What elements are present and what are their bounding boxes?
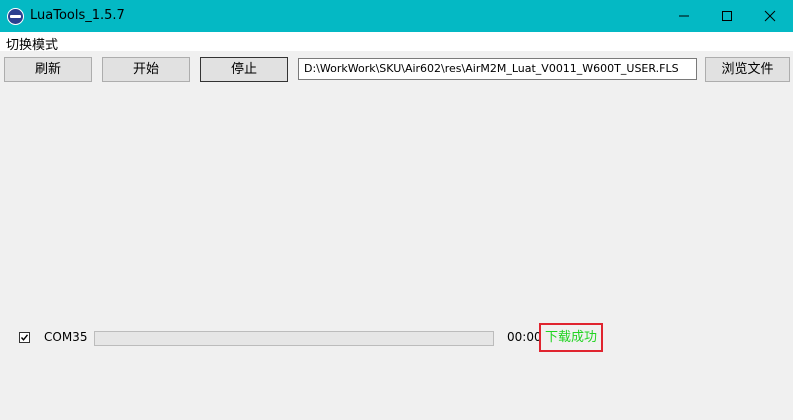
maximize-button[interactable] [704,0,750,32]
close-button[interactable] [747,0,793,32]
menu-item-switch-mode[interactable]: 切换模式 [6,34,58,53]
app-icon [7,8,24,25]
window-title: LuaTools_1.5.7 [30,8,125,23]
minimize-button[interactable] [661,0,707,32]
close-icon [764,10,776,22]
download-progress-bar [94,331,494,346]
maximize-icon [722,11,732,21]
download-status: 下载成功 [539,323,603,352]
file-path-field[interactable]: D:\WorkWork\SKU\Air602\res\AirM2M_Luat_V… [298,58,697,80]
title-bar[interactable]: LuaTools_1.5.7 [0,0,793,32]
checkmark-icon [20,334,29,341]
elapsed-time: 00:00 [507,330,542,344]
device-checkbox[interactable] [19,332,30,343]
com-port-label: COM35 [44,330,88,344]
start-button[interactable]: 开始 [102,57,190,82]
minimize-icon [679,15,689,17]
stop-button[interactable]: 停止 [200,57,288,82]
menu-bar: 切换模式 [0,32,793,53]
browse-file-button[interactable]: 浏览文件 [705,57,790,82]
refresh-button[interactable]: 刷新 [4,57,92,82]
